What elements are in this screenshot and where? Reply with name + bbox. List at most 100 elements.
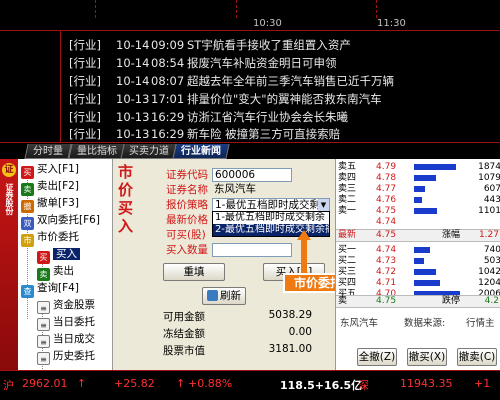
sh-change: +25.82 bbox=[114, 377, 155, 390]
news-date: 10-13 bbox=[116, 110, 150, 124]
document-icon: ≡ bbox=[37, 335, 50, 348]
news-item[interactable]: [行业] 10-14 09:09 ST宇航看手接收了重组置入资产 bbox=[69, 37, 351, 53]
bid-level: 买四 bbox=[338, 278, 357, 288]
ask-price: 4.78 bbox=[376, 173, 397, 183]
stock-value-label: 股票市值 bbox=[163, 345, 205, 357]
bid-volume: 503 bbox=[483, 256, 500, 266]
ask-row[interactable]: 卖二 4.76 443 bbox=[338, 195, 500, 205]
tree-item-today-trades[interactable]: ≡ 当日成交 bbox=[37, 332, 95, 348]
news-title: ST宇航看手接收了重组置入资产 bbox=[187, 38, 351, 52]
available-funds-value: 5038.29 bbox=[268, 309, 312, 321]
news-title: 超越去年全年前三季汽车销售已近千万辆 bbox=[187, 74, 394, 88]
news-category: [行业] bbox=[69, 56, 101, 70]
industry-news-list: [行业] 10-14 09:09 ST宇航看手接收了重组置入资产 [行业] 10-14 0… bbox=[0, 31, 500, 142]
tree-item-funds[interactable]: ≡ 资金股票 bbox=[37, 298, 95, 314]
bid-volume-bar bbox=[414, 280, 440, 286]
ask-level: 卖三 bbox=[338, 184, 357, 194]
sh-index: 2962.01 bbox=[22, 377, 68, 390]
news-category: [行业] bbox=[69, 110, 101, 124]
cancel-buttons: 全撤(Z) 撤买(X) 撤卖(C) bbox=[335, 345, 500, 370]
ask-volume: 1874 bbox=[478, 162, 500, 172]
news-item[interactable]: [行业] 10-14 08:07 超越去年全年前三季汽车销售已近千万辆 bbox=[69, 73, 394, 89]
quantity-input[interactable] bbox=[212, 243, 292, 257]
tree-item-cancel[interactable]: 撤撤单[F3] bbox=[21, 196, 79, 213]
news-category: [行业] bbox=[69, 92, 101, 106]
tree-item-dual-order[interactable]: 双双向委托[F6] bbox=[21, 213, 100, 230]
news-item[interactable]: [行业] 10-13 16:29 访浙江省汽车行业协会会长朱曦 bbox=[69, 109, 348, 125]
chart-tab-bar: 分时量 量比指标 买卖力道 行业新闻 bbox=[0, 142, 500, 159]
ask-row[interactable]: 4.74 bbox=[338, 217, 500, 227]
news-item[interactable]: [行业] 10-14 08:54 报废汽车补贴资金明日可申领 bbox=[69, 55, 337, 71]
tree-item-history-orders[interactable]: ≡ 历史委托 bbox=[37, 349, 95, 365]
bid-row[interactable]: 买四 4.71 1204 bbox=[338, 278, 500, 288]
grid-line bbox=[236, 0, 237, 18]
news-date: 10-14 bbox=[116, 74, 150, 88]
ask-row[interactable]: 卖一 4.75 1101 bbox=[338, 206, 500, 216]
news-title: 新车险 被撞第三方可直接索赔 bbox=[187, 127, 341, 141]
tree-item-market-sell[interactable]: 卖卖出 bbox=[37, 264, 74, 281]
cancel-all-button[interactable]: 全撤(Z) bbox=[357, 348, 397, 366]
tab-volume[interactable]: 分时量 bbox=[24, 144, 72, 159]
tree-item-query[interactable]: 查查询[F4] bbox=[21, 281, 79, 298]
tree-item-today-orders[interactable]: ≡ 当日委托 bbox=[37, 315, 95, 331]
bid-row[interactable]: 买三 4.72 1042 bbox=[338, 267, 500, 277]
ask-level: 卖一 bbox=[338, 206, 357, 216]
time-tick: 10:30 bbox=[253, 18, 282, 29]
buy-icon: 买 bbox=[37, 251, 50, 264]
document-icon: ≡ bbox=[37, 301, 50, 314]
ask-price: 4.75 bbox=[376, 206, 397, 216]
tab-buy-sell-force[interactable]: 买卖力道 bbox=[120, 144, 178, 159]
tab-volume-ratio[interactable]: 量比指标 bbox=[68, 144, 126, 159]
order-book: 卖五 4.79 1874 卖四 4.78 1079 卖三 4.77 607 卖二 4.76 443 卖一… bbox=[335, 159, 500, 370]
tree-item-buy[interactable]: 买买入[F1] bbox=[21, 162, 79, 179]
bid-level: 买三 bbox=[338, 267, 357, 277]
refill-button[interactable]: 重填 bbox=[163, 263, 225, 281]
tab-industry-news[interactable]: 行业新闻 bbox=[172, 144, 230, 159]
news-item[interactable]: [行业] 10-13 17:01 排量价位"变大"的翼神能否救东南汽车 bbox=[69, 91, 382, 107]
market-buy-form: 市价买入 证券代码 600006 证券名称 东风汽车 报价策略 1-最优五档即时… bbox=[113, 159, 401, 370]
broker-brand-strip: 证 证券股份 bbox=[0, 159, 18, 370]
ask-level: 卖四 bbox=[338, 173, 357, 183]
quantity-label: 买入数量 bbox=[166, 244, 208, 256]
tree-item-market-buy[interactable]: 买买入 bbox=[37, 247, 80, 264]
change-value: 1.27 bbox=[478, 230, 499, 240]
buy-icon: 买 bbox=[21, 166, 34, 179]
chevron-down-icon[interactable]: ▼ bbox=[318, 199, 329, 211]
news-title: 排量价位"变大"的翼神能否救东南汽车 bbox=[187, 92, 382, 106]
strategy-label: 报价策略 bbox=[166, 199, 208, 211]
bid-volume: 1204 bbox=[478, 278, 500, 288]
market-status-bar: 沪 2962.01 ↑ +25.82 ↑ +0.88% 118.5+16.5亿 … bbox=[0, 370, 500, 400]
bid-row[interactable]: 买一 4.74 740 bbox=[338, 245, 500, 255]
limit-down-value: 4.2 bbox=[484, 296, 499, 306]
ask-row[interactable]: 卖四 4.78 1079 bbox=[338, 173, 500, 183]
sell-icon: 卖 bbox=[37, 268, 50, 281]
tree-item-market-order[interactable]: 市市价委托 bbox=[21, 230, 79, 247]
ask-volume-bar bbox=[414, 164, 456, 170]
strategy-option[interactable]: 2-最优五档即时成交剩余撤 bbox=[213, 224, 329, 236]
tree-item-sell[interactable]: 卖卖出[F2] bbox=[21, 179, 79, 196]
strategy-dropdown-list: 1-最优五档即时成交剩余 2-最优五档即时成交剩余撤 bbox=[212, 211, 330, 237]
ask-price: 4.76 bbox=[376, 195, 397, 205]
strategy-select[interactable]: 1-最优五档即时成交剩 ▼ bbox=[212, 198, 330, 212]
refresh-button[interactable]: 刷新 bbox=[202, 287, 246, 305]
ask-price: 4.79 bbox=[376, 162, 397, 172]
available-label: 可买(股) bbox=[166, 229, 206, 241]
limit-row: 卖 4.75 跌停 4.2 bbox=[336, 295, 500, 308]
code-input[interactable]: 600006 bbox=[212, 168, 292, 182]
ask-row[interactable]: 卖五 4.79 1874 bbox=[338, 162, 500, 172]
news-time: 08:07 bbox=[151, 74, 185, 88]
news-category: [行业] bbox=[69, 74, 101, 88]
bid-row[interactable]: 买二 4.73 503 bbox=[338, 256, 500, 266]
source-label: 数据来源: bbox=[404, 318, 446, 329]
news-date: 10-13 bbox=[116, 127, 150, 141]
cancel-buys-button[interactable]: 撤买(X) bbox=[407, 348, 447, 366]
bid-volume-bar bbox=[414, 258, 424, 264]
query-icon: 查 bbox=[21, 285, 34, 298]
frozen-funds-label: 冻结金额 bbox=[163, 328, 205, 340]
ask-row[interactable]: 卖三 4.77 607 bbox=[338, 184, 500, 194]
news-item[interactable]: [行业] 10-13 16:29 新车险 被撞第三方可直接索赔 bbox=[69, 126, 340, 142]
cancel-sells-button[interactable]: 撤卖(C) bbox=[457, 348, 497, 366]
limit-price: 4.75 bbox=[376, 296, 397, 306]
bid-volume-bar bbox=[414, 269, 436, 275]
strategy-option[interactable]: 1-最优五档即时成交剩余 bbox=[213, 212, 329, 224]
